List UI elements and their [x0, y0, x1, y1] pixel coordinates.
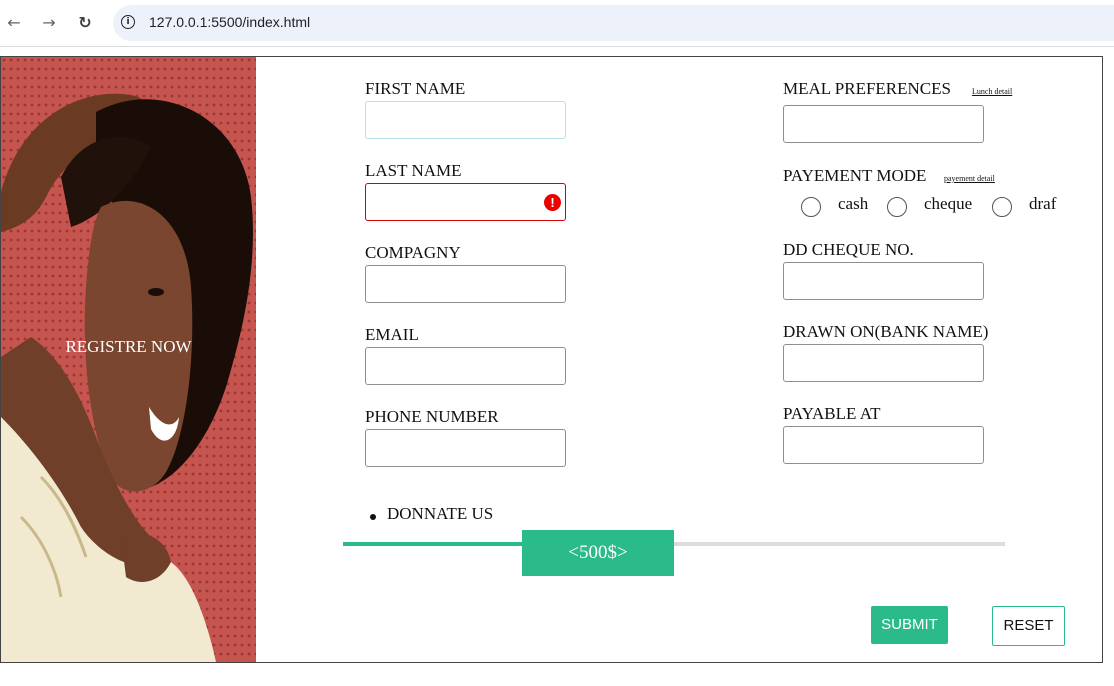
submit-button[interactable]: SUBMIT	[871, 606, 948, 644]
address-bar[interactable]: i 127.0.0.1:5500/index.html	[113, 5, 1114, 41]
woman-portrait-image	[1, 93, 253, 662]
drawn-on-input[interactable]	[783, 344, 984, 382]
first-name-input[interactable]	[365, 101, 566, 139]
meal-preferences-input[interactable]	[783, 105, 984, 143]
error-icon: !	[544, 194, 561, 211]
forward-arrow-icon[interactable]: →	[37, 11, 61, 35]
dd-cheque-label: DD CHEQUE NO.	[783, 240, 914, 259]
browser-toolbar: ← → ↻ i 127.0.0.1:5500/index.html	[0, 0, 1114, 47]
dd-cheque-input[interactable]	[783, 262, 984, 300]
back-arrow-icon[interactable]: ←	[2, 11, 26, 35]
payment-option-cash-label: cash	[838, 194, 869, 213]
donation-slider-thumb[interactable]: <500$>	[522, 530, 674, 576]
email-label: EMAIL	[365, 325, 419, 344]
registration-page: REGISTRE NOW FIRST NAME LAST NAME ! COMP…	[0, 56, 1103, 663]
payment-option-cheque-label: cheque	[924, 194, 973, 213]
last-name-label: LAST NAME	[365, 161, 462, 180]
last-name-input[interactable]: !	[365, 183, 566, 221]
meal-preferences-label: MEAL PREFERENCES	[783, 79, 951, 98]
company-label: COMPAGNY	[365, 243, 461, 262]
payment-radio-cheque[interactable]	[887, 197, 907, 217]
reload-icon[interactable]: ↻	[73, 11, 97, 35]
donation-slider-fill	[343, 542, 522, 546]
register-now-text: REGISTRE NOW	[65, 337, 192, 356]
url-text[interactable]: 127.0.0.1:5500/index.html	[149, 14, 310, 30]
hero-image: REGISTRE NOW	[1, 57, 256, 662]
payment-option-draf-label: draf	[1029, 194, 1057, 213]
first-name-label: FIRST NAME	[365, 79, 466, 98]
payment-radio-cash[interactable]	[801, 197, 821, 217]
phone-number-input[interactable]	[365, 429, 566, 467]
payment-detail-link[interactable]: payement detail	[944, 174, 995, 183]
reset-button[interactable]: RESET	[992, 606, 1065, 646]
list-bullet	[370, 514, 376, 520]
company-input[interactable]	[365, 265, 566, 303]
lunch-detail-link[interactable]: Lunch detail	[972, 87, 1012, 96]
phone-number-label: PHONE NUMBER	[365, 407, 499, 426]
payable-at-label: PAYABLE AT	[783, 404, 881, 423]
payment-mode-label: PAYEMENT MODE	[783, 166, 927, 185]
payable-at-input[interactable]	[783, 426, 984, 464]
info-icon[interactable]: i	[121, 15, 135, 29]
donate-label: DONNATE US	[387, 504, 494, 523]
email-input[interactable]	[365, 347, 566, 385]
payment-radio-draf[interactable]	[992, 197, 1012, 217]
donation-slider-track[interactable]	[343, 542, 1005, 546]
drawn-on-label: DRAWN ON(BANK NAME)	[783, 322, 989, 341]
